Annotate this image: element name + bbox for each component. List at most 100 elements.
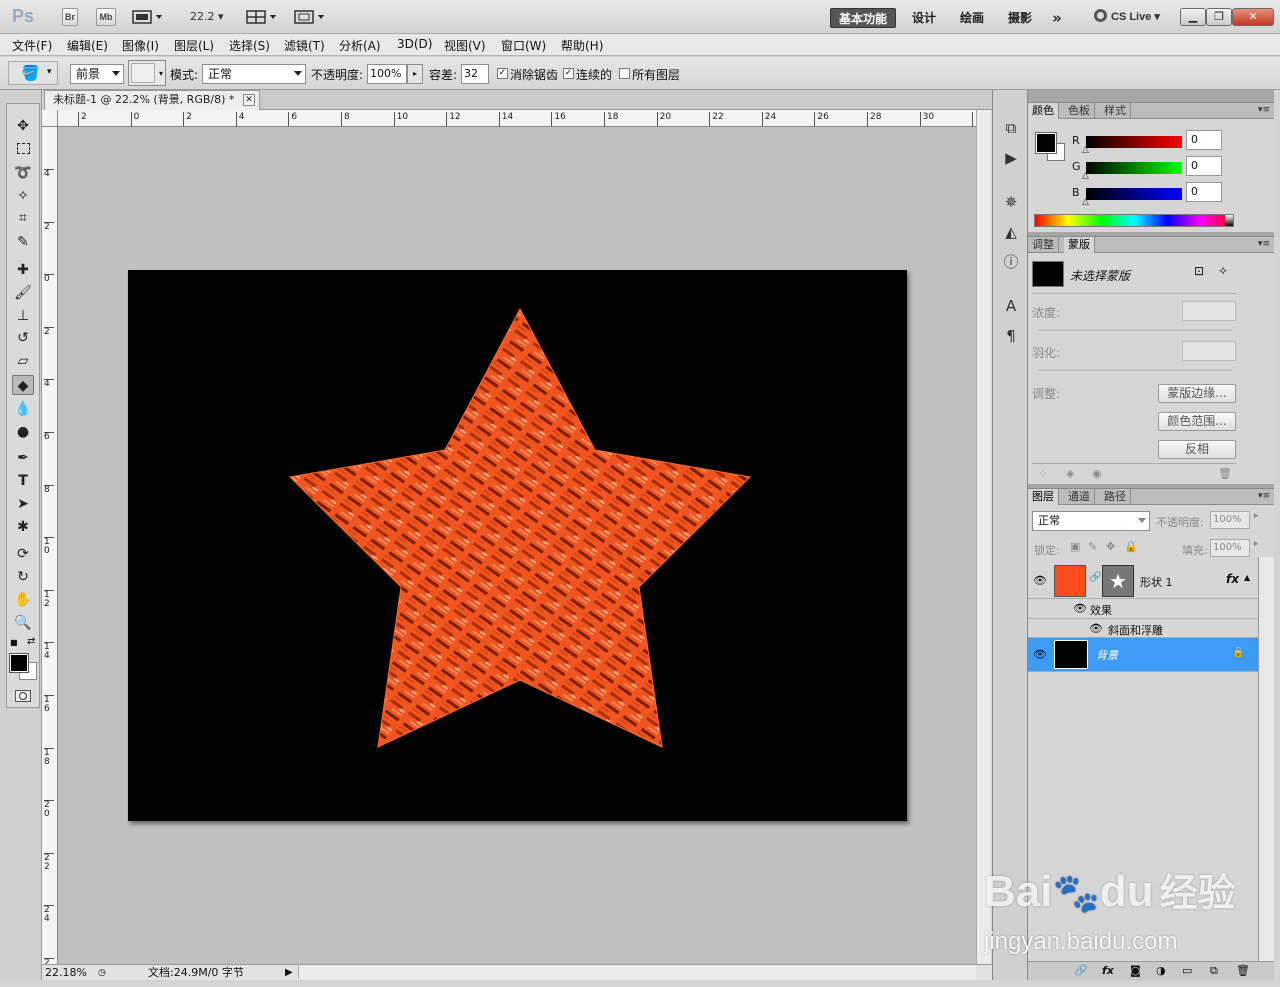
- menu-edit[interactable]: 编辑(E): [67, 37, 108, 54]
- adjustment-layer-icon[interactable]: ◑: [1156, 964, 1166, 977]
- workspace-design[interactable]: 设计: [906, 8, 942, 28]
- zoom-level-select[interactable]: 22.2 ▾: [190, 10, 224, 23]
- new-layer-icon[interactable]: ⧉: [1210, 964, 1218, 978]
- document-canvas[interactable]: [128, 270, 907, 821]
- eraser-tool[interactable]: ▱: [12, 351, 34, 371]
- contiguous-checkbox[interactable]: ✓: [563, 68, 574, 79]
- chevron-up-icon[interactable]: ▲: [1244, 573, 1250, 582]
- layer-blend-mode-select[interactable]: 正常: [1032, 511, 1150, 531]
- histogram-panel-button[interactable]: ◭: [1001, 222, 1021, 242]
- tab-layers[interactable]: 图层: [1028, 489, 1059, 505]
- tab-styles[interactable]: 样式: [1100, 103, 1131, 119]
- disable-mask-icon[interactable]: ◉: [1092, 467, 1102, 480]
- load-selection-icon[interactable]: ⁘: [1038, 467, 1047, 480]
- color-spectrum-bar[interactable]: [1034, 214, 1234, 227]
- mini-bridge-button[interactable]: Mb: [96, 8, 116, 26]
- color-range-button[interactable]: 颜色范围...: [1158, 412, 1236, 431]
- ruler-origin[interactable]: [42, 110, 58, 127]
- swap-colors-button[interactable]: ⇄: [27, 636, 35, 647]
- layer-row-background[interactable]: 👁 背景 🔒: [1028, 638, 1258, 672]
- panel-menu-icon[interactable]: ▾≡: [1258, 105, 1270, 115]
- quick-mask-button[interactable]: [15, 690, 31, 702]
- visibility-eye-icon[interactable]: 👁: [1032, 573, 1048, 589]
- horizontal-scrollbar[interactable]: [298, 965, 976, 979]
- menu-image[interactable]: 图像(I): [122, 37, 159, 54]
- link-icon[interactable]: 🔗: [1089, 572, 1101, 583]
- minimize-button[interactable]: ▁: [1180, 8, 1206, 26]
- menu-help[interactable]: 帮助(H): [561, 37, 603, 54]
- tool-preset-picker[interactable]: 🪣 ▾: [8, 61, 58, 85]
- density-input[interactable]: [1182, 301, 1236, 321]
- paint-bucket-tool[interactable]: ◆: [12, 375, 34, 395]
- clone-stamp-tool[interactable]: ⊥: [12, 306, 34, 326]
- screen-mode-button[interactable]: [294, 9, 326, 25]
- panel-menu-icon[interactable]: ▾≡: [1258, 239, 1270, 249]
- healing-brush-tool[interactable]: ✚: [12, 260, 34, 280]
- red-value-input[interactable]: 0: [1186, 130, 1222, 150]
- fx-icon[interactable]: fx: [1226, 572, 1239, 586]
- foreground-color-swatch[interactable]: [1035, 132, 1057, 154]
- opacity-input[interactable]: 100%: [367, 64, 407, 84]
- workspace-essentials[interactable]: 基本功能: [830, 8, 896, 28]
- visibility-eye-icon[interactable]: 👁: [1088, 621, 1104, 637]
- blue-slider[interactable]: [1086, 188, 1182, 200]
- quick-selection-tool[interactable]: ✧: [12, 186, 34, 206]
- trash-icon[interactable]: 🗑: [1218, 467, 1232, 480]
- chevron-right-icon[interactable]: ▸: [1254, 511, 1259, 521]
- history-brush-tool[interactable]: ↺: [12, 328, 34, 348]
- zoom-tool[interactable]: 🔍: [12, 613, 34, 633]
- zoom-readout[interactable]: 22.18%: [45, 966, 87, 980]
- apply-mask-icon[interactable]: ◈: [1066, 467, 1074, 480]
- path-selection-tool[interactable]: ➤: [12, 494, 34, 514]
- blue-value-input[interactable]: 0: [1186, 182, 1222, 202]
- type-tool[interactable]: T: [12, 471, 34, 491]
- menu-select[interactable]: 选择(S): [229, 37, 270, 54]
- tab-adjustments[interactable]: 调整: [1028, 237, 1059, 253]
- default-colors-button[interactable]: ■: [10, 638, 18, 647]
- slider-thumb-icon[interactable]: △: [1082, 171, 1089, 181]
- pen-tool[interactable]: ✒: [12, 448, 34, 468]
- visibility-eye-icon[interactable]: 👁: [1072, 601, 1088, 617]
- 3d-orbit-tool[interactable]: ↻: [12, 567, 34, 587]
- opacity-slider-button[interactable]: ▸: [407, 64, 423, 84]
- crop-tool[interactable]: ⌗: [12, 208, 34, 228]
- feather-input[interactable]: [1182, 341, 1236, 361]
- navigator-panel-button[interactable]: ✵: [1001, 192, 1021, 212]
- lasso-tool[interactable]: ➰: [12, 163, 34, 183]
- effects-row[interactable]: 👁 效果: [1028, 599, 1258, 619]
- cs-live-button[interactable]: CS Live ▾: [1094, 9, 1160, 23]
- status-menu-icon[interactable]: ◷: [98, 966, 106, 980]
- character-panel-button[interactable]: A: [1001, 296, 1021, 316]
- red-slider[interactable]: [1086, 136, 1182, 148]
- info-panel-button[interactable]: ⓘ: [1001, 252, 1021, 272]
- all-layers-checkbox[interactable]: [619, 68, 630, 79]
- tab-paths[interactable]: 路径: [1100, 489, 1131, 505]
- effect-bevel-row[interactable]: 👁 斜面和浮雕: [1028, 619, 1258, 638]
- more-workspaces-button[interactable]: »: [1046, 8, 1068, 28]
- green-slider[interactable]: [1086, 162, 1182, 174]
- density-slider[interactable]: [1038, 329, 1232, 331]
- lock-pixels-icon[interactable]: ✎: [1088, 540, 1097, 553]
- brush-tool[interactable]: 🖌: [12, 283, 34, 303]
- trash-icon[interactable]: 🗑: [1236, 964, 1250, 977]
- foreground-color-swatch[interactable]: [9, 653, 29, 673]
- pattern-picker[interactable]: ▾: [128, 60, 166, 86]
- slider-thumb-icon[interactable]: △: [1082, 197, 1089, 207]
- tolerance-input[interactable]: 32: [461, 64, 489, 84]
- invert-button[interactable]: 反相: [1158, 440, 1236, 459]
- menu-file[interactable]: 文件(F): [12, 37, 52, 54]
- horizontal-ruler[interactable]: 202468101214161820222426283032: [58, 110, 987, 127]
- move-tool[interactable]: ✥: [12, 116, 34, 136]
- layer-row-shape[interactable]: 👁 🔗 ★ 形状 1 fx ▲: [1028, 563, 1258, 599]
- tab-color[interactable]: 颜色: [1028, 103, 1059, 119]
- status-info-menu-arrow[interactable]: ▶: [285, 966, 293, 980]
- visibility-eye-icon[interactable]: 👁: [1032, 647, 1048, 663]
- workspace-photography[interactable]: 摄影: [1002, 8, 1038, 28]
- hand-tool[interactable]: ✋: [12, 590, 34, 610]
- blend-mode-select[interactable]: 正常: [202, 64, 306, 84]
- menu-3d[interactable]: 3D(D): [397, 37, 432, 51]
- bridge-button[interactable]: Br: [62, 8, 78, 26]
- layer-opacity-input[interactable]: 100%: [1210, 511, 1250, 529]
- link-layers-icon[interactable]: 🔗: [1074, 964, 1088, 977]
- add-mask-icon[interactable]: ◙: [1130, 964, 1141, 977]
